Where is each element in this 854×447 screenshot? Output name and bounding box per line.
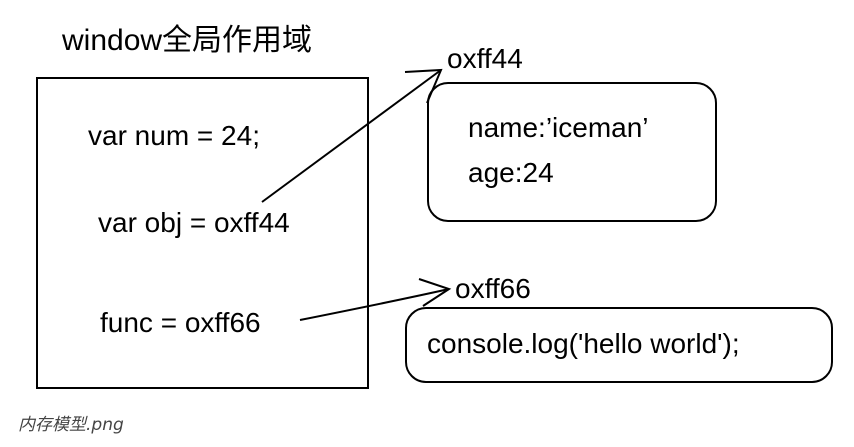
object-age-property: age:24 [468, 157, 554, 188]
var-obj-line: var obj = oxff44 [98, 207, 290, 238]
func-reference-arrow [299, 278, 452, 321]
function-address-label: oxff66 [455, 273, 531, 304]
func-line: func = oxff66 [100, 307, 261, 338]
var-num-line: var num = 24; [88, 120, 260, 151]
obj-reference-arrow [261, 68, 443, 203]
object-box [427, 82, 717, 222]
object-address-label: oxff44 [447, 43, 523, 74]
window-scope-title: window全局作用域 [61, 24, 312, 57]
memory-model-diagram: window全局作用域 var num = 24; var obj = oxff… [36, 24, 833, 389]
object-name-property: name:’iceman’ [468, 112, 649, 143]
function-body-code: console.log('hello world'); [427, 328, 740, 359]
image-caption: 内存模型.png [18, 415, 124, 435]
